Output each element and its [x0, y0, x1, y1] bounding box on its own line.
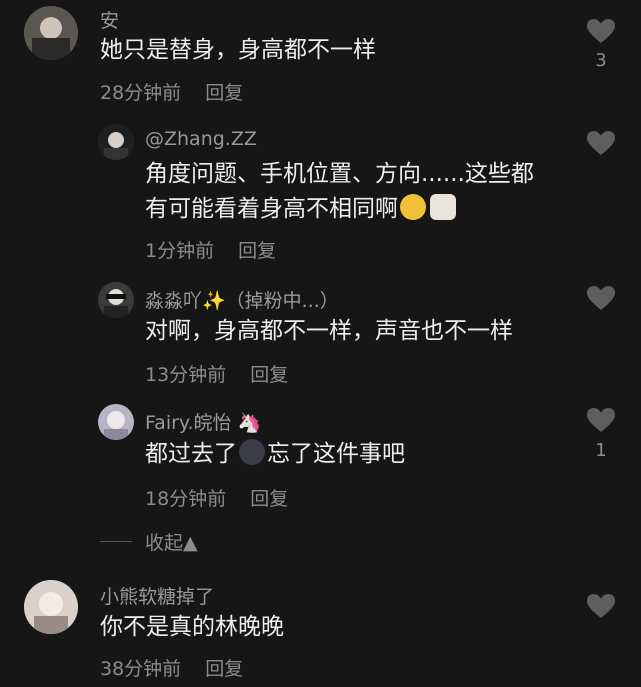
comment-meta: 28分钟前 回复: [100, 78, 243, 105]
collapse-divider: [100, 541, 132, 542]
comment-meta: 38分钟前 回复: [100, 654, 243, 681]
avatar[interactable]: [98, 404, 134, 440]
reply-button[interactable]: 回复: [205, 82, 243, 104]
avatar[interactable]: [24, 6, 78, 60]
avatar[interactable]: [24, 580, 78, 634]
like-heart-icon[interactable]: [586, 130, 616, 156]
comment-text: 对啊，身高都不一样，声音也不一样: [145, 318, 513, 344]
username[interactable]: 安: [100, 6, 119, 33]
comment-text: 忘了这件事吧: [267, 441, 405, 467]
cat-face-emoji-icon: [430, 194, 456, 220]
comment-text-line-2: 有可能看着身高不相同啊: [145, 192, 458, 227]
comment-text: 有可能看着身高不相同啊: [145, 196, 398, 222]
reply-button[interactable]: 回复: [238, 240, 276, 262]
avatar[interactable]: [98, 282, 134, 318]
timestamp: 18分钟前: [145, 488, 227, 510]
comment-text-line-1: 角度问题、手机位置、方向......这些都: [145, 161, 534, 187]
username[interactable]: Fairy.皖怡 🦄: [145, 408, 261, 435]
reply-button[interactable]: 回复: [250, 364, 288, 386]
comment-meta: 18分钟前 回复: [145, 484, 288, 511]
timestamp: 13分钟前: [145, 364, 227, 386]
like-heart-icon[interactable]: [586, 18, 616, 44]
username[interactable]: 淼淼吖✨（掉粉中...）: [145, 286, 339, 313]
username[interactable]: 小熊软糖掉了: [100, 582, 214, 609]
avatar[interactable]: [98, 124, 134, 160]
like-heart-icon[interactable]: [586, 285, 616, 311]
like-heart-icon[interactable]: [586, 407, 616, 433]
unamused-face-emoji-icon: [400, 194, 426, 220]
collapse-replies-button[interactable]: 收起▲: [145, 528, 198, 555]
comment-text: 你不是真的林晚晚: [100, 614, 284, 640]
timestamp: 1分钟前: [145, 240, 215, 262]
new-moon-face-emoji-icon: [239, 439, 265, 465]
like-count: 1: [595, 440, 607, 461]
comment-text-line: 都过去了 忘了这件事吧: [145, 437, 405, 472]
timestamp: 28分钟前: [100, 82, 182, 104]
comment-text: 都过去了: [145, 441, 237, 467]
reply-button[interactable]: 回复: [250, 488, 288, 510]
comment-meta: 1分钟前 回复: [145, 236, 276, 263]
like-count: 3: [595, 50, 607, 71]
reply-button[interactable]: 回复: [205, 658, 243, 680]
username[interactable]: @Zhang.ZZ: [145, 128, 257, 150]
timestamp: 38分钟前: [100, 658, 182, 680]
comment-text: 她只是替身，身高都不一样: [100, 37, 376, 63]
comment-meta: 13分钟前 回复: [145, 360, 288, 387]
like-heart-icon[interactable]: [586, 593, 616, 619]
